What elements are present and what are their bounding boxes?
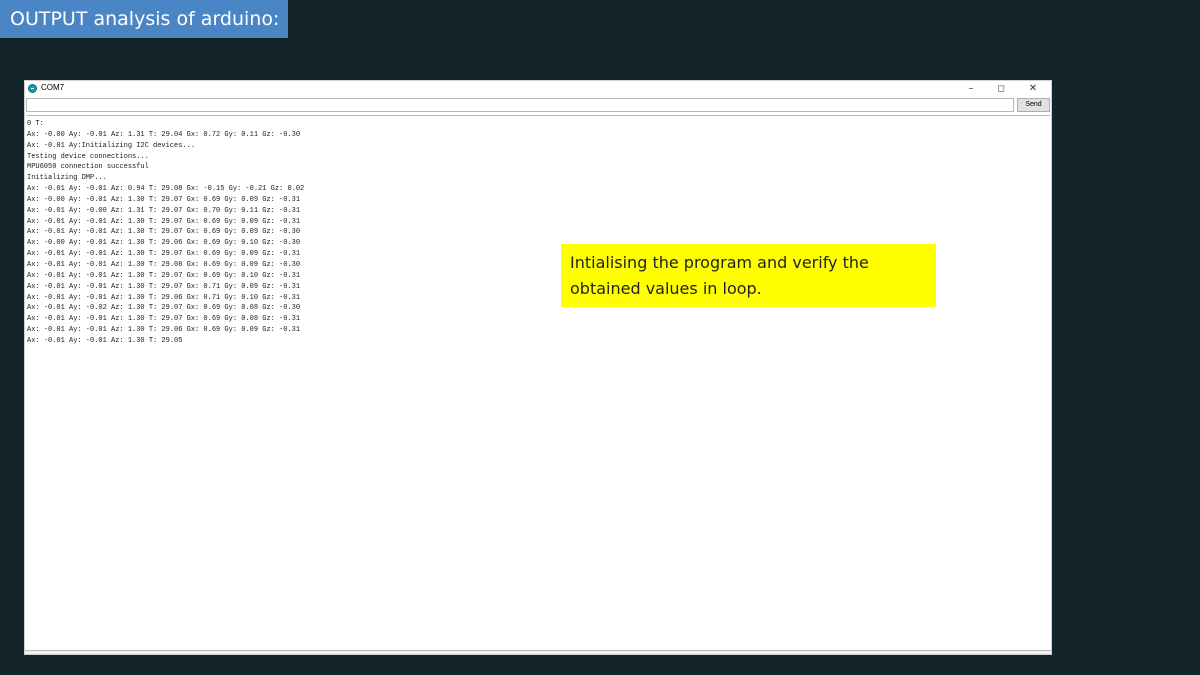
arduino-icon — [28, 84, 37, 93]
window-title: COM7 — [41, 83, 65, 92]
serial-output-line: 0 T: — [27, 120, 44, 128]
maximize-icon[interactable]: ◻ — [987, 81, 1015, 97]
serial-send-input[interactable] — [26, 98, 1014, 112]
window-titlebar: COM7 – ◻ ✕ — [25, 81, 1051, 97]
close-icon[interactable]: ✕ — [1019, 81, 1047, 97]
serial-output-line: Ax: -0.01 Ay: -0.00 Az: 1.31 T: 29.07 Gx… — [27, 206, 301, 215]
window-bottom-bar — [25, 650, 1051, 654]
serial-output-line: Ax: -0.00 Ay: -0.01 Az: 1.30 T: 29.07 Gx… — [27, 195, 301, 204]
serial-output-line: Ax: -0.00 Ay: -0.01 Az: 1.31 T: 29.04 Gx… — [27, 130, 301, 139]
slide-title: OUTPUT analysis of arduino: — [0, 0, 288, 38]
serial-output-line: Initializing DMP... — [27, 174, 107, 183]
serial-output-line: Ax: -0.01 Ay: -0.01 Az: 1.30 T: 29.07 Gx… — [27, 315, 301, 324]
serial-output-line: Ax: -0.01 Ay: -0.01 Az: 1.30 T: 29.05 — [27, 336, 183, 345]
serial-output-line: Ax: -0.01 Ay: -0.01 Az: 1.30 T: 29.07 Gx… — [27, 228, 301, 237]
serial-output-line: Ax: -0.01 Ay: -0.01 Az: 1.30 T: 29.06 Gx… — [27, 326, 301, 335]
serial-output-line: Testing device connections... — [27, 152, 149, 161]
callout-note: Intialising the program and verify the o… — [561, 244, 936, 307]
minimize-icon[interactable]: – — [957, 81, 985, 97]
serial-output-line: Ax: -0.01 Ay: -0.01 Az: 1.30 T: 29.07 Gx… — [27, 217, 301, 226]
serial-monitor-window: COM7 – ◻ ✕ Send 0 T: Ax: -0.00 Ay: -0.01 … — [24, 80, 1052, 655]
serial-output-line: Ax: -0.01 Ay:Initializing I2C devices... — [27, 141, 196, 150]
send-row: Send — [26, 98, 1050, 114]
serial-output-line: Ax: -0.01 Ay: -0.01 Az: 0.94 T: 29.08 Gx… — [27, 185, 305, 194]
serial-output-line: MPU6050 connection successful — [27, 163, 149, 172]
serial-output[interactable]: 0 T: Ax: -0.00 Ay: -0.01 Az: 1.31 T: 29.0… — [26, 115, 1050, 651]
send-button[interactable]: Send — [1017, 98, 1050, 112]
serial-output-lines: 0 T: Ax: -0.00 Ay: -0.01 Az: 1.31 T: 29.0… — [26, 116, 1050, 347]
